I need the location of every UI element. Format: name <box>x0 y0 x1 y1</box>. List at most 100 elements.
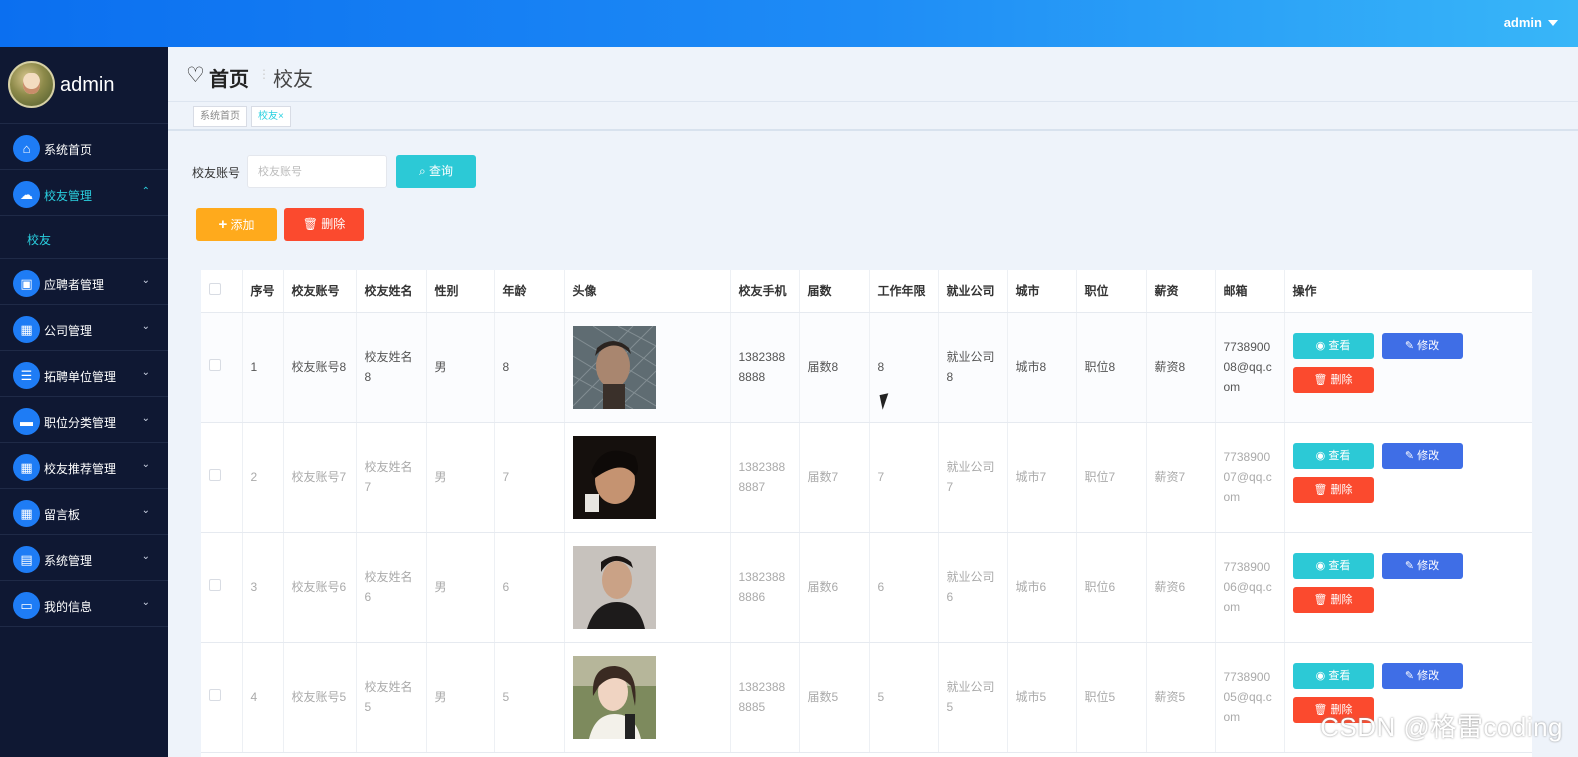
edit-button[interactable]: ✎ 修改 <box>1381 552 1463 579</box>
row-delete-button[interactable]: 🗑 删除 <box>1292 476 1374 503</box>
column-header: 城市 <box>1007 270 1077 313</box>
cell-name: 校友姓名8 <box>356 312 427 423</box>
ticket-icon: ▬ <box>13 408 40 435</box>
cell-email: 773890008@qq.com <box>1215 312 1285 423</box>
edit-button[interactable]: ✎ 修改 <box>1381 662 1463 689</box>
cell-account: 校友账号5 <box>283 642 357 753</box>
cloud-icon: ☁ <box>13 181 40 208</box>
cell-gender: 男 <box>426 312 495 423</box>
avatar-photo <box>572 435 656 519</box>
sidebar-subitem[interactable]: 校友 <box>0 216 168 259</box>
cell-name: 校友姓名6 <box>356 532 427 643</box>
view-button[interactable]: ◉ 查看 <box>1292 552 1374 579</box>
column-header: 年龄 <box>494 270 565 313</box>
sidebar-item[interactable]: ⌂ 系统首页 <box>0 124 168 170</box>
cell-position: 职位6 <box>1076 532 1147 643</box>
profile-name: admin <box>60 74 115 96</box>
cell-session: 届数5 <box>799 642 870 753</box>
cell-no: 1 <box>242 312 284 423</box>
view-label: 查看 <box>1328 449 1351 462</box>
add-button[interactable]: + 添加 <box>196 208 277 241</box>
sidebar-item[interactable]: ▦ 留言板 ⌄ <box>0 489 168 535</box>
cell-phone: 13823888888 <box>730 312 800 423</box>
cell-email: 773890006@qq.com <box>1215 532 1285 643</box>
tag-current-label: 校友 <box>258 111 278 122</box>
sidebar-item[interactable]: ▣ 应聘者管理 ⌄ <box>0 259 168 305</box>
breadcrumb-home[interactable]: 首页 <box>209 63 249 92</box>
sidebar-item-label: 校友推荐管理 <box>44 462 117 476</box>
cell-city: 城市5 <box>1007 642 1077 753</box>
sidebar-item[interactable]: ☁ 校友管理 ⌃ <box>0 170 168 216</box>
sidebar-item-label: 系统首页 <box>44 143 93 157</box>
column-header: 校友姓名 <box>356 270 427 313</box>
row-checkbox[interactable] <box>209 359 221 371</box>
close-icon[interactable]: × <box>278 111 284 122</box>
sidebar-item[interactable]: ▭ 我的信息 ⌄ <box>0 581 168 627</box>
avatar-photo <box>572 545 656 629</box>
view-button[interactable]: ◉ 查看 <box>1292 442 1374 469</box>
delete-label: 删除 <box>1330 593 1353 606</box>
eye-icon: ◉ <box>1315 449 1326 462</box>
cell-phone: 13823888886 <box>730 532 800 643</box>
cell-age: 5 <box>494 642 565 753</box>
avatar-cell <box>564 642 731 753</box>
cell-session: 届数7 <box>799 422 870 533</box>
column-header: 校友账号 <box>283 270 357 313</box>
avatar-photo <box>572 655 656 739</box>
user-menu[interactable]: admin <box>1504 15 1558 30</box>
caret-down-icon <box>1548 20 1558 26</box>
delete-button[interactable]: 🗑 删除 <box>284 208 364 241</box>
cell-account: 校友账号7 <box>283 422 357 533</box>
tags-bar: 系统首页 校友× <box>168 102 1578 131</box>
trash-icon: 🗑 <box>302 217 318 231</box>
query-button-label: 查询 <box>429 164 454 178</box>
column-header: 邮箱 <box>1215 270 1285 313</box>
sidebar-item[interactable]: ▬ 职位分类管理 ⌄ <box>0 397 168 443</box>
table-row[interactable]: 3 校友账号6 校友姓名6 男 6 13823888886 届数6 6 就业公司6 城市6 职位6 薪… <box>201 532 1532 643</box>
row-checkbox[interactable] <box>209 579 221 591</box>
view-button[interactable]: ◉ 查看 <box>1292 332 1374 359</box>
actions-cell: ◉ 查看 ✎ 修改 🗑 删除 <box>1284 422 1532 533</box>
query-button[interactable]: ⌕ 查询 <box>396 155 476 188</box>
view-label: 查看 <box>1328 669 1351 682</box>
breadcrumb-separator: ⋮ <box>258 67 270 81</box>
select-all-checkbox[interactable] <box>209 283 221 296</box>
column-header: 工作年限 <box>869 270 939 313</box>
column-header: 性别 <box>426 270 495 313</box>
actions-cell: ◉ 查看 ✎ 修改 🗑 删除 <box>1284 532 1532 643</box>
row-checkbox[interactable] <box>209 469 221 481</box>
cell-no: 2 <box>242 422 284 533</box>
edit-button[interactable]: ✎ 修改 <box>1381 442 1463 469</box>
table-row[interactable]: 2 校友账号7 校友姓名7 男 7 13823888887 届数7 7 就业公司7 城市7 职位7 薪… <box>201 422 1532 533</box>
row-checkbox[interactable] <box>209 689 221 701</box>
sidebar-item-label: 公司管理 <box>44 324 93 338</box>
tag-home[interactable]: 系统首页 <box>193 106 247 127</box>
cell-gender: 男 <box>426 532 495 643</box>
edit-label: 修改 <box>1417 339 1440 352</box>
sidebar-item[interactable]: ☰ 拓聘单位管理 ⌄ <box>0 351 168 397</box>
chevron-down-icon: ⌄ <box>141 551 150 562</box>
view-button[interactable]: ◉ 查看 <box>1292 662 1374 689</box>
row-delete-button[interactable]: 🗑 删除 <box>1292 366 1374 393</box>
row-delete-button[interactable]: 🗑 删除 <box>1292 586 1374 613</box>
column-header: 薪资 <box>1146 270 1216 313</box>
sidebar-item[interactable]: ▦ 公司管理 ⌄ <box>0 305 168 351</box>
tag-current[interactable]: 校友× <box>251 106 291 127</box>
eye-icon: ◉ <box>1315 669 1326 682</box>
breadcrumb-current: 校友 <box>273 69 313 91</box>
sidebar-item[interactable]: ▦ 校友推荐管理 ⌄ <box>0 443 168 489</box>
sidebar-item[interactable]: ▤ 系统管理 ⌄ <box>0 535 168 581</box>
actions-cell: ◉ 查看 ✎ 修改 🗑 删除 <box>1284 312 1532 423</box>
avatar-cell <box>564 312 731 423</box>
search-input[interactable] <box>247 155 387 188</box>
cell-company: 就业公司5 <box>938 642 1008 753</box>
eye-icon: ◉ <box>1315 339 1326 352</box>
home-icon: ⌂ <box>13 135 40 162</box>
table-row[interactable]: 1 校友账号8 校友姓名8 男 8 13823888888 届数8 8 就业公司8 城市8 职位8 薪… <box>201 312 1532 423</box>
edit-button[interactable]: ✎ 修改 <box>1381 332 1463 359</box>
sidebar-item-label: 我的信息 <box>44 600 93 614</box>
page-header: ♡ 首页 ⋮ 校友 <box>168 47 1578 102</box>
delete-label: 删除 <box>1330 483 1353 496</box>
avatar-cell <box>564 422 731 533</box>
column-header: 就业公司 <box>938 270 1008 313</box>
